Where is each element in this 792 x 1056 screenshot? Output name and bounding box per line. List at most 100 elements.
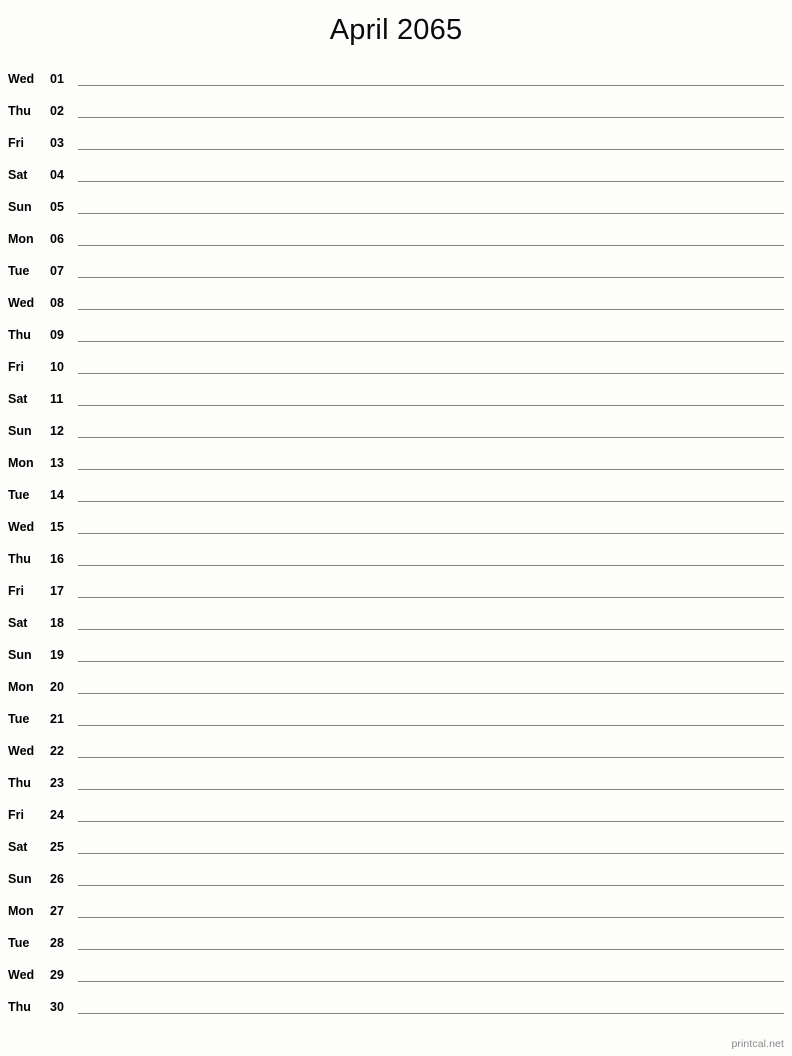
footer-attribution: printcal.net [731, 1038, 784, 1050]
day-number: 01 [50, 72, 64, 86]
note-write-line[interactable] [78, 629, 784, 630]
note-write-line[interactable] [78, 85, 784, 86]
day-number: 21 [50, 712, 64, 726]
table-row: Thu 23 [0, 768, 792, 800]
table-row: Sat 25 [0, 832, 792, 864]
day-number: 16 [50, 552, 64, 566]
note-write-line[interactable] [78, 341, 784, 342]
day-number: 09 [50, 328, 64, 342]
note-write-line[interactable] [78, 917, 784, 918]
day-number: 22 [50, 744, 64, 758]
day-number: 02 [50, 104, 64, 118]
day-number: 17 [50, 584, 64, 598]
note-write-line[interactable] [78, 501, 784, 502]
day-number: 19 [50, 648, 64, 662]
note-write-line[interactable] [78, 885, 784, 886]
weekday-label: Wed [8, 968, 35, 982]
weekday-label: Sun [8, 648, 32, 662]
note-write-line[interactable] [78, 821, 784, 822]
table-row: Wed 29 [0, 960, 792, 992]
note-write-line[interactable] [78, 117, 784, 118]
day-number: 29 [50, 968, 64, 982]
note-write-line[interactable] [78, 149, 784, 150]
note-write-line[interactable] [78, 277, 784, 278]
note-write-line[interactable] [78, 981, 784, 982]
table-row: Wed 15 [0, 512, 792, 544]
weekday-label: Thu [8, 776, 31, 790]
table-row: Thu 02 [0, 96, 792, 128]
day-number: 11 [50, 392, 64, 406]
day-number: 27 [50, 904, 64, 918]
table-row: Fri 03 [0, 128, 792, 160]
table-row: Sat 18 [0, 608, 792, 640]
day-number: 05 [50, 200, 64, 214]
day-number: 14 [50, 488, 64, 502]
table-row: Tue 14 [0, 480, 792, 512]
weekday-label: Wed [8, 72, 35, 86]
weekday-label: Fri [8, 808, 24, 822]
weekday-label: Wed [8, 296, 35, 310]
day-number: 23 [50, 776, 64, 790]
table-row: Sun 05 [0, 192, 792, 224]
note-write-line[interactable] [78, 725, 784, 726]
day-number: 30 [50, 1000, 64, 1014]
note-write-line[interactable] [78, 565, 784, 566]
day-number: 06 [50, 232, 64, 246]
day-number: 13 [50, 456, 64, 470]
note-write-line[interactable] [78, 597, 784, 598]
table-row: Sun 12 [0, 416, 792, 448]
table-row: Thu 30 [0, 992, 792, 1024]
weekday-label: Mon [8, 904, 34, 918]
day-number: 28 [50, 936, 64, 950]
weekday-label: Sun [8, 872, 32, 886]
day-number: 26 [50, 872, 64, 886]
note-write-line[interactable] [78, 693, 784, 694]
day-number: 03 [50, 136, 64, 150]
weekday-label: Mon [8, 456, 34, 470]
table-row: Fri 24 [0, 800, 792, 832]
day-row-list: Wed 01 Thu 02 Fri 03 Sat 04 Sun 05 Mon 06 Tue 07 Wed 08… [0, 64, 792, 1024]
note-write-line[interactable] [78, 245, 784, 246]
day-number: 24 [50, 808, 64, 822]
weekday-label: Wed [8, 744, 35, 758]
note-write-line[interactable] [78, 853, 784, 854]
note-write-line[interactable] [78, 469, 784, 470]
note-write-line[interactable] [78, 757, 784, 758]
table-row: Tue 28 [0, 928, 792, 960]
note-write-line[interactable] [78, 213, 784, 214]
weekday-label: Tue [8, 488, 30, 502]
weekday-label: Wed [8, 520, 35, 534]
weekday-label: Thu [8, 1000, 31, 1014]
note-write-line[interactable] [78, 309, 784, 310]
weekday-label: Thu [8, 104, 31, 118]
note-write-line[interactable] [78, 949, 784, 950]
table-row: Mon 13 [0, 448, 792, 480]
note-write-line[interactable] [78, 373, 784, 374]
day-number: 07 [50, 264, 64, 278]
note-write-line[interactable] [78, 1013, 784, 1014]
note-write-line[interactable] [78, 789, 784, 790]
table-row: Mon 27 [0, 896, 792, 928]
weekday-label: Mon [8, 680, 34, 694]
day-number: 18 [50, 616, 64, 630]
day-number: 04 [50, 168, 64, 182]
weekday-label: Tue [8, 712, 30, 726]
day-number: 15 [50, 520, 64, 534]
note-write-line[interactable] [78, 661, 784, 662]
note-write-line[interactable] [78, 181, 784, 182]
weekday-label: Sat [8, 168, 28, 182]
weekday-label: Mon [8, 232, 34, 246]
day-number: 08 [50, 296, 64, 310]
note-write-line[interactable] [78, 533, 784, 534]
table-row: Mon 20 [0, 672, 792, 704]
note-write-line[interactable] [78, 437, 784, 438]
calendar-page: April 2065 Wed 01 Thu 02 Fri 03 Sat 04 Sun 05 Mon 0… [0, 0, 792, 1056]
weekday-label: Tue [8, 264, 30, 278]
weekday-label: Sun [8, 424, 32, 438]
note-write-line[interactable] [78, 405, 784, 406]
day-number: 20 [50, 680, 64, 694]
weekday-label: Sat [8, 392, 28, 406]
table-row: Sun 26 [0, 864, 792, 896]
table-row: Wed 22 [0, 736, 792, 768]
table-row: Wed 01 [0, 64, 792, 96]
